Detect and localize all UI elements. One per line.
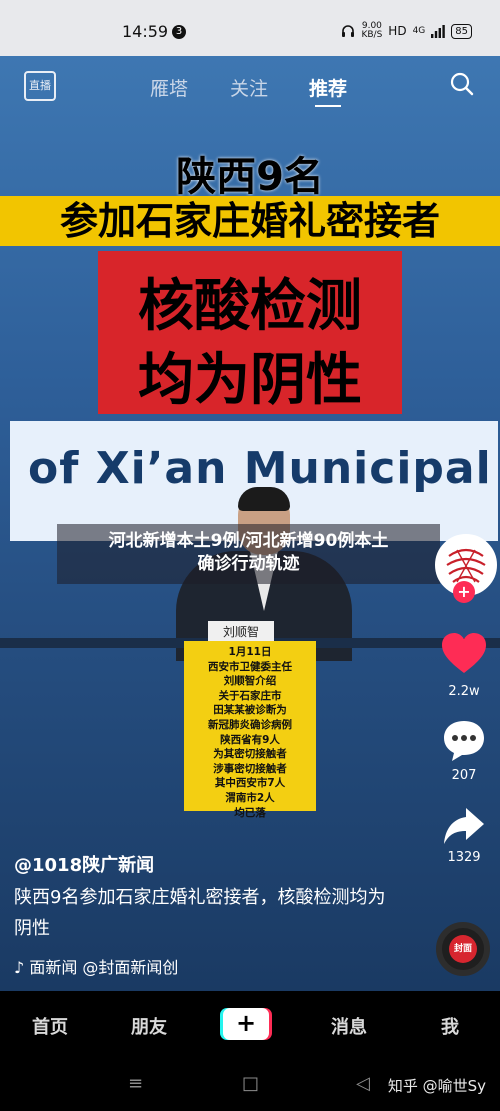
- nav-messages[interactable]: 消息: [331, 1013, 367, 1039]
- tab-following[interactable]: 关注: [230, 74, 268, 101]
- music-disc-label: 封面: [449, 935, 477, 963]
- caption-line2: 确诊行动轨迹: [197, 554, 300, 574]
- music-note-icon: ♪: [14, 958, 25, 977]
- notice-line: 均已落: [234, 806, 266, 819]
- speaker-hair: [238, 487, 290, 511]
- net-speed-unit: KB/S: [361, 30, 383, 40]
- search-icon[interactable]: [450, 72, 474, 96]
- phone-screen: 14:59 3 9.00 KB/S HD 4G 85 直播 雁塔 关注 推荐 陕西…: [0, 0, 500, 1111]
- notice-card: 1月11日 西安市卫健委主任 刘顺智介绍 关于石家庄市 田某某被诊断为 新冠肺炎…: [184, 641, 316, 819]
- result-line1: 核酸检测: [138, 274, 362, 339]
- author-handle[interactable]: @1018陕广新闻: [14, 851, 154, 877]
- nameplate: 刘顺智: [208, 621, 274, 643]
- comment-count: 207: [451, 768, 477, 783]
- notice-line: 1月11日: [228, 646, 272, 658]
- nav-home[interactable]: 首页: [32, 1013, 68, 1039]
- hd-indicator: HD: [388, 24, 407, 38]
- network-type: 4G: [412, 26, 426, 36]
- status-bar: 14:59 3 9.00 KB/S HD 4G 85: [0, 0, 500, 56]
- caption-line1: 河北新增本土9例/河北新增90例本土: [108, 531, 389, 551]
- nav-friends[interactable]: 朋友: [131, 1013, 167, 1039]
- follow-button[interactable]: +: [453, 581, 475, 603]
- notice-line: 为其密切接触者: [213, 748, 287, 761]
- tab-recommended[interactable]: 推荐: [309, 74, 347, 107]
- signal-icon: [431, 24, 446, 38]
- net-speed: 9.00 KB/S: [361, 22, 382, 40]
- share-icon[interactable]: [440, 804, 488, 850]
- notice-line: 关于石家庄市: [218, 689, 282, 702]
- notice-line: 其中西安市7人: [214, 777, 286, 790]
- notice-line: 新冠肺炎确诊病例: [208, 718, 292, 731]
- video-caption: 河北新增本土9例/河北新增90例本土 确诊行动轨迹: [57, 524, 440, 584]
- headset-icon: [342, 25, 355, 37]
- nav-me[interactable]: 我: [441, 1013, 459, 1039]
- comment-icon[interactable]: [440, 718, 488, 764]
- watermark: 知乎 @喻世Sy: [387, 1077, 486, 1095]
- top-nav: 直播 雁塔 关注 推荐: [0, 62, 500, 108]
- status-indicators: 9.00 KB/S HD 4G 85: [341, 22, 472, 40]
- system-nav: ≡ □ ◁ 知乎 @喻世Sy: [0, 1057, 500, 1111]
- notice-line: 刘顺智介绍: [223, 675, 277, 688]
- heart-icon[interactable]: [440, 631, 488, 677]
- bottom-nav: 首页 朋友 + 消息 我: [0, 991, 500, 1057]
- music-info[interactable]: ♪ 面新闻 @封面新闻创: [14, 954, 224, 978]
- video-player[interactable]: 直播 雁塔 关注 推荐 陕西9名 参加石家庄婚礼密接者 核酸检测 均为阴性 of…: [0, 56, 500, 991]
- menu-icon[interactable]: ≡: [128, 1073, 143, 1094]
- live-icon[interactable]: 直播: [24, 71, 56, 101]
- notice-line: 涉事密切接触者: [213, 762, 287, 775]
- music-text: 面新闻 @封面新闻创: [29, 958, 179, 977]
- notice-line: 西安市卫健委主任: [208, 660, 292, 673]
- status-time: 14:59: [122, 22, 169, 41]
- share-count: 1329: [447, 850, 481, 865]
- result-box: 核酸检测 均为阴性: [98, 251, 402, 414]
- post-description: 陕西9名参加石家庄婚礼密接者，核酸检测均为阴性: [14, 887, 386, 939]
- tab-yanta[interactable]: 雁塔: [150, 74, 188, 101]
- notice-line: 渭南市2人: [225, 791, 275, 804]
- headline-line1: 陕西9名: [176, 154, 324, 200]
- result-line2: 均为阴性: [138, 348, 362, 413]
- home-icon[interactable]: □: [242, 1073, 259, 1094]
- notice-line: 田某某被诊断为: [213, 704, 287, 717]
- battery-indicator: 85: [451, 23, 472, 39]
- headline-line2: 参加石家庄婚礼密接者: [0, 196, 500, 246]
- notification-badge: 3: [172, 25, 186, 39]
- music-disc-icon[interactable]: 封面: [436, 922, 490, 976]
- back-icon[interactable]: ◁: [356, 1073, 370, 1094]
- create-button[interactable]: +: [223, 1008, 269, 1040]
- notice-line: 陕西省有9人: [220, 733, 280, 746]
- like-count: 2.2w: [448, 684, 480, 699]
